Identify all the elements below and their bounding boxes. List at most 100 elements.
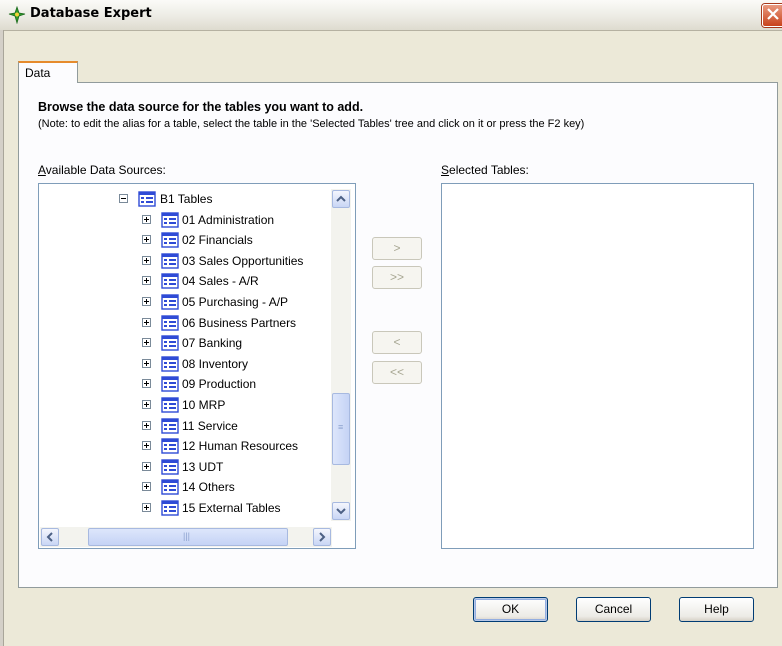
tree-node[interactable]: 06 Business Partners xyxy=(39,313,329,333)
table-folder-icon xyxy=(161,438,179,454)
tree-node[interactable]: 05 Purchasing - A/P xyxy=(39,292,329,312)
close-icon xyxy=(767,8,779,20)
add-table-button[interactable]: > xyxy=(372,237,422,260)
instruction-note: (Note: to edit the alias for a table, se… xyxy=(38,118,585,130)
table-folder-icon xyxy=(161,335,179,351)
chevron-down-icon xyxy=(336,508,346,515)
table-folder-icon xyxy=(161,252,179,269)
tree-node-label: 08 Inventory xyxy=(182,356,249,371)
expand-icon[interactable] xyxy=(142,296,151,306)
tree-node[interactable]: 04 Sales - A/R xyxy=(39,271,329,291)
available-data-sources-tree[interactable]: B1 Tables 01 Administration 02 Financials… xyxy=(38,183,356,549)
tree-node[interactable]: 08 Inventory xyxy=(39,354,329,374)
tree-node-label: 07 Banking xyxy=(182,336,243,351)
table-folder-icon xyxy=(161,294,179,310)
scroll-up-button[interactable] xyxy=(332,190,350,208)
expand-icon[interactable] xyxy=(142,482,151,492)
scroll-left-button[interactable] xyxy=(41,528,59,546)
tree-vertical-scrollbar[interactable]: ≡ xyxy=(331,189,351,521)
expand-icon[interactable] xyxy=(142,441,151,451)
expand-icon[interactable] xyxy=(142,338,151,348)
table-folder-icon xyxy=(161,376,179,392)
tree-horizontal-scrollbar[interactable]: ||| xyxy=(40,527,332,547)
expand-icon[interactable] xyxy=(142,276,151,286)
selected-tables-label: Selected Tables: xyxy=(441,163,529,177)
tree-node-label: B1 Tables xyxy=(160,192,213,206)
tree-node[interactable]: 12 Human Resources xyxy=(39,436,329,456)
table-folder-icon xyxy=(161,417,179,434)
tree-node-label: 05 Purchasing - A/P xyxy=(182,294,289,309)
window-frame xyxy=(0,30,4,646)
scroll-thumb[interactable]: ≡ xyxy=(332,393,350,465)
scroll-right-button[interactable] xyxy=(313,528,331,546)
expand-icon[interactable] xyxy=(142,235,151,245)
collapse-icon[interactable] xyxy=(119,194,128,203)
tree-node-label: 10 MRP xyxy=(182,397,226,412)
tree-node-label: 06 Business Partners xyxy=(182,315,297,330)
expand-icon[interactable] xyxy=(142,358,151,368)
expand-icon[interactable] xyxy=(142,214,151,224)
selected-label-text: elected Tables: xyxy=(449,163,529,177)
tree-node[interactable]: 13 UDT xyxy=(39,457,329,477)
tab-data[interactable]: Data xyxy=(18,61,78,83)
instruction-heading: Browse the data source for the tables yo… xyxy=(38,100,364,114)
table-folder-icon xyxy=(161,458,179,475)
tree-node-label: 15 External Tables xyxy=(182,500,281,515)
tree-node-label: 12 Human Resources xyxy=(182,439,299,454)
ok-button[interactable]: OK xyxy=(473,597,548,622)
available-label-text: vailable Data Sources: xyxy=(45,163,166,177)
table-folder-icon xyxy=(161,355,179,372)
tree-node[interactable]: 07 Banking xyxy=(39,333,329,353)
chevron-right-icon xyxy=(319,532,326,542)
remove-all-tables-button[interactable]: << xyxy=(372,361,422,384)
title-bar[interactable]: Database Expert xyxy=(0,0,782,31)
tree-node[interactable]: 14 Others xyxy=(39,477,329,497)
available-data-sources-label: Available Data Sources: xyxy=(38,163,166,177)
add-all-tables-button[interactable]: >> xyxy=(372,266,422,289)
tree-node-label: 04 Sales - A/R xyxy=(182,274,259,289)
tree-node-label: 03 Sales Opportunities xyxy=(182,253,304,268)
close-button[interactable] xyxy=(762,4,782,27)
expand-icon[interactable] xyxy=(142,379,151,389)
tree-node[interactable]: 11 Service xyxy=(39,416,329,436)
expand-icon[interactable] xyxy=(142,461,151,471)
table-folder-icon xyxy=(161,273,179,289)
horizontal-scroll-thumb[interactable]: ||| xyxy=(88,528,288,546)
tree-node-label: 02 Financials xyxy=(182,233,253,248)
cancel-button[interactable]: Cancel xyxy=(576,597,651,622)
chevron-left-icon xyxy=(46,532,53,542)
tree-node[interactable]: 02 Financials xyxy=(39,230,329,250)
tree-node-b1-tables[interactable]: B1 Tables xyxy=(39,189,329,209)
tree-node[interactable]: 09 Production xyxy=(39,374,329,394)
table-folder-icon xyxy=(161,500,179,516)
expand-icon[interactable] xyxy=(142,502,151,512)
grip-icon: ||| xyxy=(183,531,191,541)
table-folder-icon xyxy=(161,232,179,248)
grip-icon: ≡ xyxy=(338,422,344,432)
table-folder-icon xyxy=(161,479,179,495)
table-folder-icon xyxy=(161,314,179,331)
expand-icon[interactable] xyxy=(142,420,151,430)
chevron-up-icon xyxy=(336,195,346,202)
table-folder-icon xyxy=(161,211,179,228)
selected-mnemonic: S xyxy=(441,163,450,177)
tree-node-label: 11 Service xyxy=(182,418,238,433)
tree-node[interactable]: 01 Administration xyxy=(39,210,329,230)
tree-node-label: 01 Administration xyxy=(182,212,275,227)
tree-node-label: 13 UDT xyxy=(182,459,224,474)
expand-icon[interactable] xyxy=(142,317,151,327)
help-button[interactable]: Help xyxy=(679,597,754,622)
window-title: Database Expert xyxy=(30,6,152,21)
scroll-down-button[interactable] xyxy=(332,502,350,520)
tab-data-label: Data xyxy=(25,66,51,80)
tree-node[interactable]: 10 MRP xyxy=(39,395,329,415)
selected-tables-tree[interactable] xyxy=(441,183,754,549)
tree-node[interactable]: 15 External Tables xyxy=(39,498,329,518)
database-expert-dialog: Database Expert Data Browse the data sou… xyxy=(0,0,782,646)
available-mnemonic: A xyxy=(38,163,46,177)
expand-icon[interactable] xyxy=(142,255,151,265)
database-expert-icon xyxy=(8,6,26,24)
remove-table-button[interactable]: < xyxy=(372,331,422,354)
tree-node[interactable]: 03 Sales Opportunities xyxy=(39,251,329,271)
expand-icon[interactable] xyxy=(142,399,151,409)
